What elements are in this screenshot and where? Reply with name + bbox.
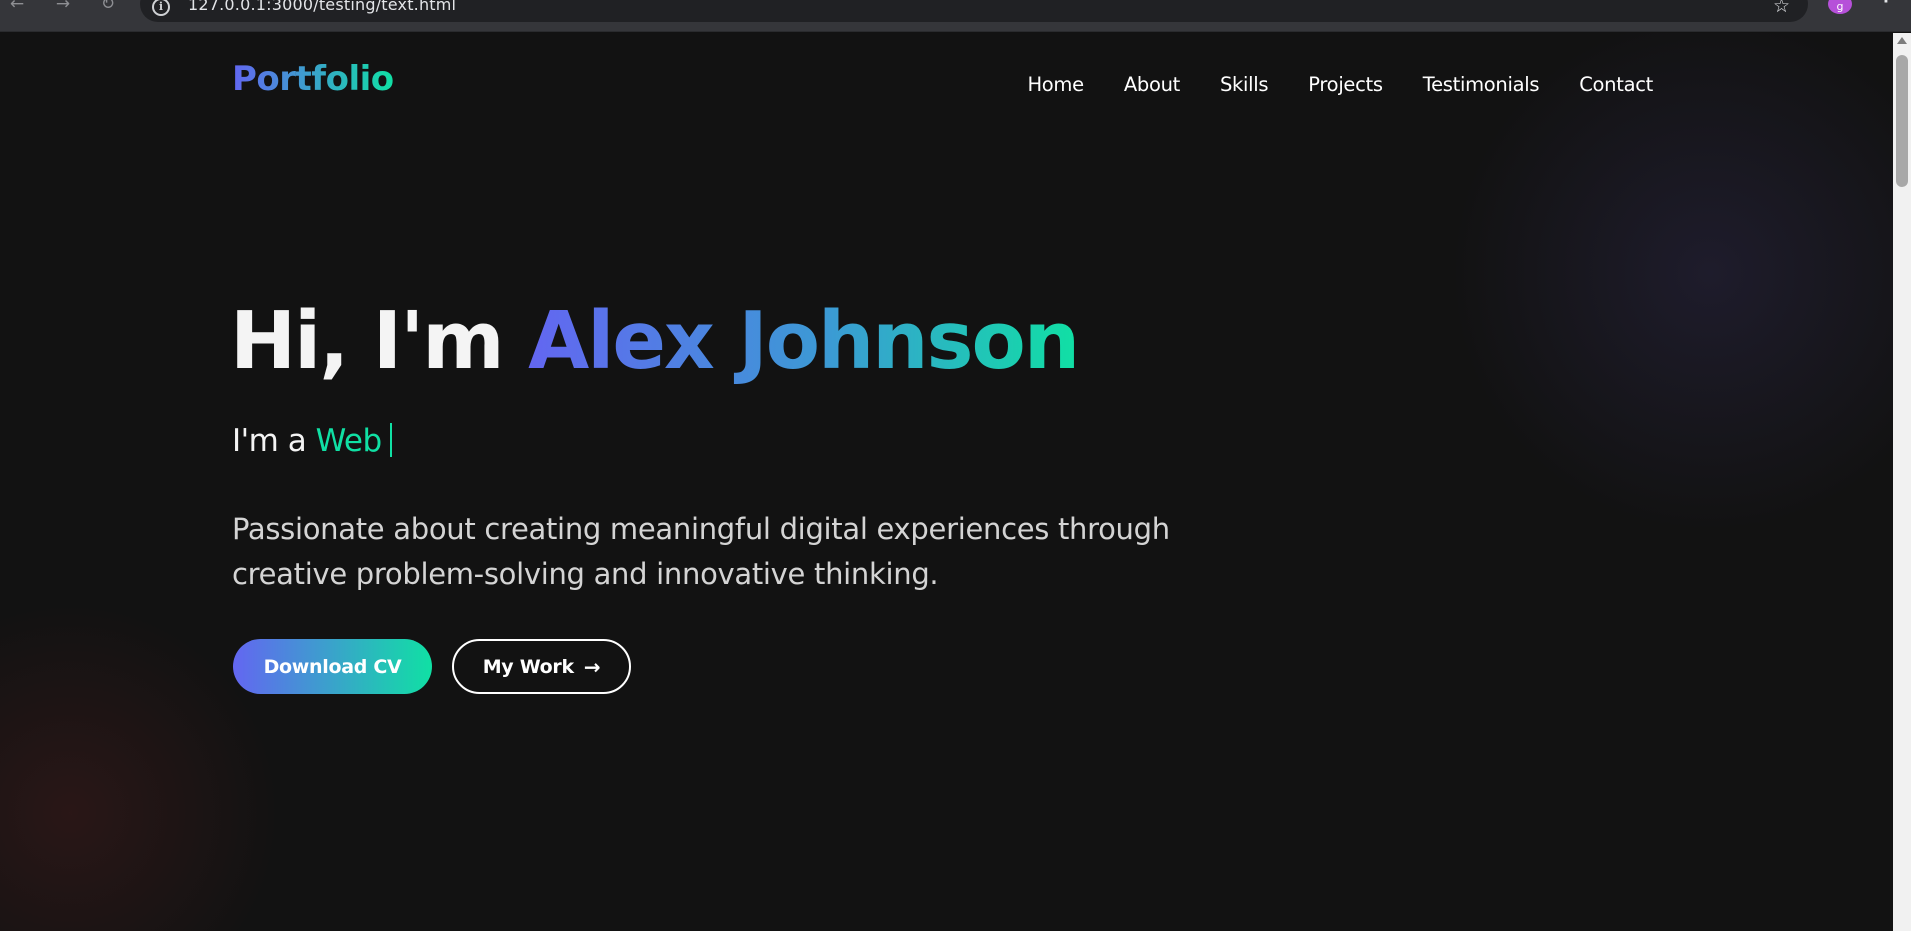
- nav-home[interactable]: Home: [1027, 73, 1084, 96]
- typing-caret: [389, 423, 392, 457]
- download-cv-button[interactable]: Download CV: [233, 639, 432, 694]
- arrow-right-icon: →: [583, 654, 601, 679]
- nav-skills[interactable]: Skills: [1220, 73, 1269, 96]
- portfolio-page: Portfolio Home About Skills Projects Tes…: [0, 33, 1893, 931]
- hero-name: Alex Johnson: [528, 295, 1080, 387]
- download-cv-label: Download CV: [263, 655, 402, 678]
- scrollbar[interactable]: [1893, 33, 1911, 931]
- my-work-button[interactable]: My Work →: [452, 639, 631, 694]
- nav-projects[interactable]: Projects: [1308, 73, 1383, 96]
- star-icon[interactable]: ☆: [1773, 0, 1790, 17]
- hero-greeting: Hi, I'm: [230, 295, 529, 387]
- hero-description: Passionate about creating meaningful dig…: [232, 512, 1170, 591]
- reload-icon[interactable]: ↻: [97, 0, 119, 13]
- logo[interactable]: Portfolio: [232, 59, 394, 99]
- nav-testimonials[interactable]: Testimonials: [1423, 73, 1540, 96]
- my-work-label: My Work: [482, 655, 574, 678]
- forward-icon[interactable]: →: [52, 0, 74, 13]
- info-icon[interactable]: i: [152, 0, 170, 16]
- url-text[interactable]: 127.0.0.1:3000/testing/text.html: [188, 0, 456, 14]
- role-prefix: I'm a: [232, 423, 316, 459]
- hero-title: Hi, I'm Alex Johnson: [230, 295, 1080, 387]
- nav-contact[interactable]: Contact: [1579, 73, 1653, 96]
- back-icon[interactable]: ←: [6, 0, 28, 13]
- browser-toolbar: ← → ↻ i 127.0.0.1:3000/testing/text.html…: [0, 0, 1911, 32]
- scroll-up-icon[interactable]: [1897, 37, 1907, 44]
- scrollbar-thumb[interactable]: [1896, 55, 1908, 187]
- nav-about[interactable]: About: [1124, 73, 1180, 96]
- hero-role: I'm a Web: [232, 423, 392, 459]
- address-bar[interactable]: i 127.0.0.1:3000/testing/text.html ☆: [140, 0, 1808, 22]
- role-typed: Web: [315, 423, 383, 459]
- profile-avatar[interactable]: g: [1828, 0, 1852, 14]
- main-nav: Home About Skills Projects Testimonials …: [987, 73, 1653, 96]
